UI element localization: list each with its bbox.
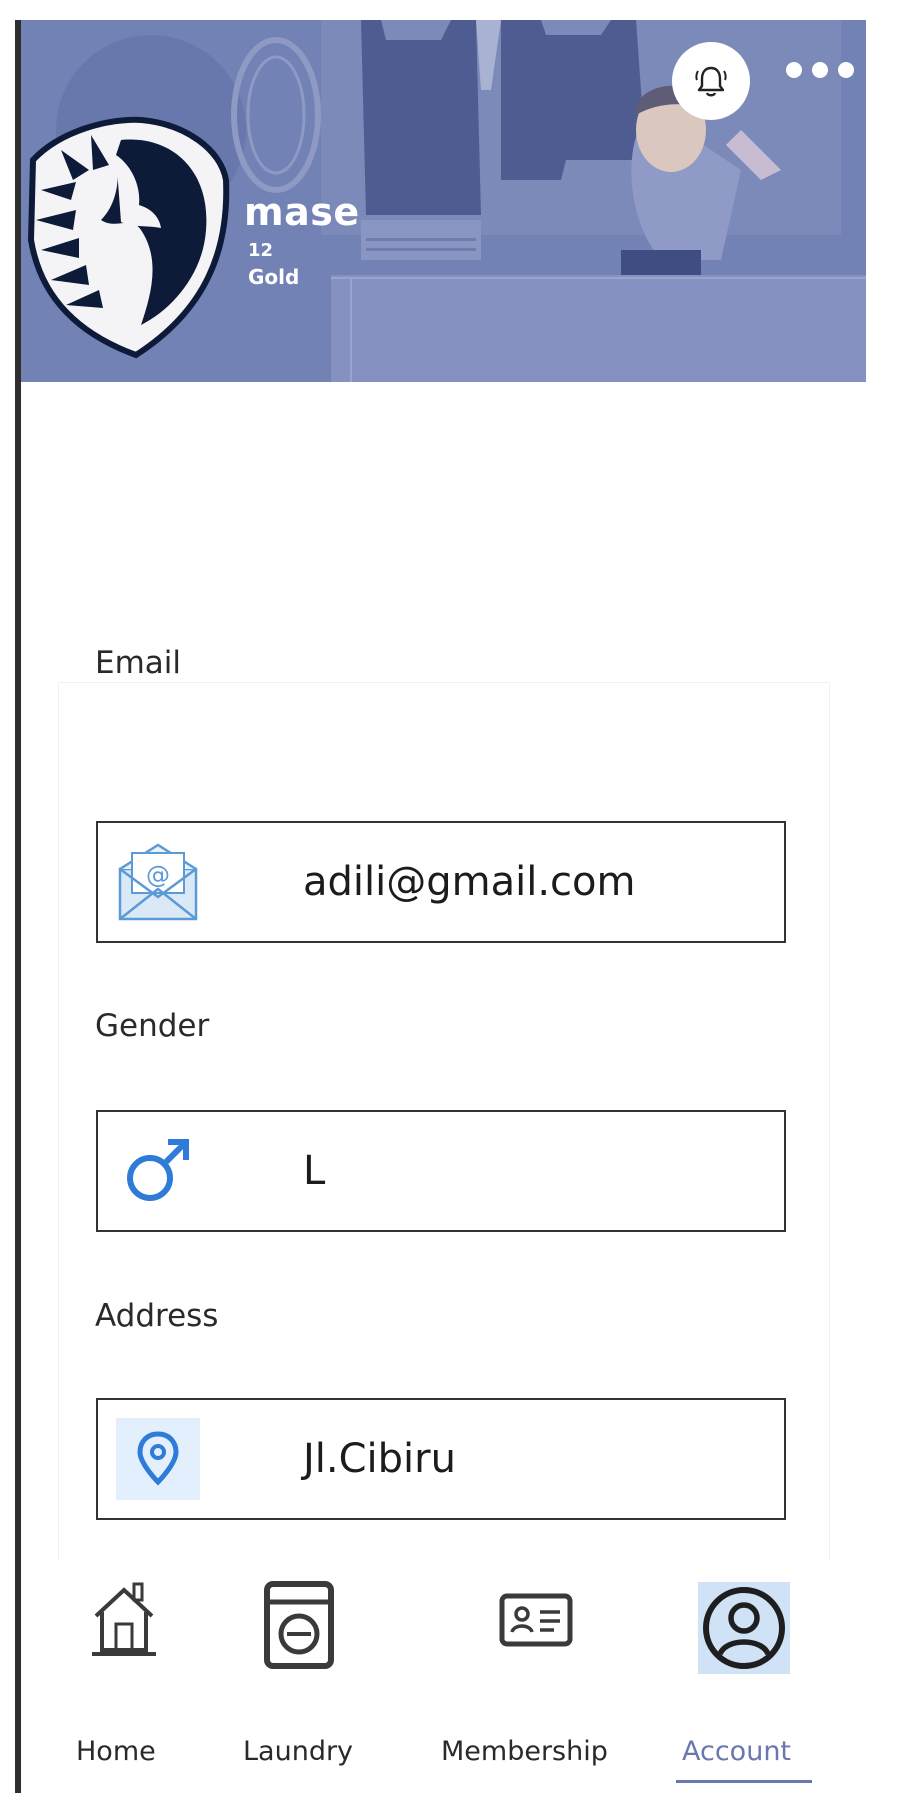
email-label: Email — [95, 645, 182, 681]
gender-value: L — [303, 1148, 326, 1194]
nav-item-membership[interactable]: Membership — [441, 1560, 621, 1790]
nav-label-home: Home — [76, 1736, 156, 1767]
email-envelope-icon: @ — [116, 841, 200, 923]
nav-item-laundry[interactable]: Laundry — [231, 1560, 361, 1790]
gender-field[interactable]: L — [96, 1110, 786, 1232]
profile-name: mase — [244, 190, 360, 234]
membership-tier: Gold — [248, 265, 300, 289]
male-symbol-icon — [116, 1130, 200, 1212]
horse-shield-logo — [27, 116, 230, 359]
email-value: adili@gmail.com — [303, 859, 636, 905]
nav-label-laundry: Laundry — [243, 1736, 354, 1767]
account-icon — [698, 1582, 790, 1674]
more-dot — [812, 62, 828, 78]
gender-label: Gender — [95, 1008, 210, 1044]
more-options-button[interactable] — [786, 50, 866, 90]
membership-card-icon — [496, 1580, 576, 1660]
nav-label-account: Account — [682, 1736, 792, 1767]
more-dot — [838, 62, 854, 78]
more-dots-icon — [786, 62, 802, 78]
avatar[interactable] — [21, 110, 231, 360]
bottom-navigation: Home Laundry Membership Account — [21, 1560, 866, 1793]
nav-item-account[interactable]: Account — [676, 1560, 816, 1790]
email-field[interactable]: @ adili@gmail.com — [96, 821, 786, 943]
address-value: Jl.Cibiru — [303, 1436, 456, 1482]
home-icon — [90, 1580, 158, 1660]
bell-icon — [695, 66, 727, 97]
address-field[interactable]: Jl.Cibiru — [96, 1398, 786, 1520]
nav-label-membership: Membership — [441, 1736, 608, 1767]
notification-button[interactable] — [672, 42, 750, 120]
active-tab-indicator — [676, 1780, 812, 1783]
location-pin-icon — [116, 1418, 200, 1500]
svg-text:@: @ — [146, 861, 170, 889]
address-label: Address — [95, 1298, 219, 1334]
washing-machine-icon — [259, 1580, 339, 1670]
profile-points: 12 — [248, 240, 274, 261]
nav-item-home[interactable]: Home — [76, 1560, 176, 1790]
